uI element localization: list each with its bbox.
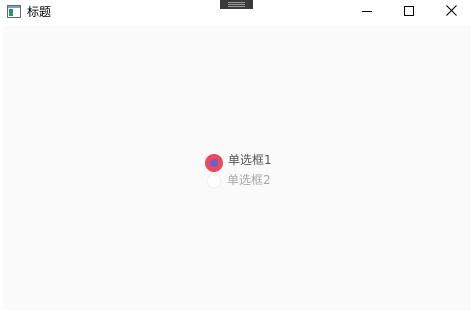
grip-line: [228, 6, 245, 7]
grip-line: [228, 2, 245, 3]
radio-option-2-label: 单选框2: [227, 173, 271, 187]
title-bar[interactable]: 标题: [0, 0, 474, 24]
radio-checked-icon[interactable]: [204, 153, 224, 173]
drag-handle[interactable]: [220, 0, 253, 9]
minimize-button[interactable]: [347, 0, 387, 24]
grip-line: [228, 4, 245, 5]
close-icon: [446, 5, 457, 16]
close-button[interactable]: [431, 0, 471, 24]
maximize-icon: [404, 6, 414, 16]
app-window-icon: [7, 5, 21, 18]
radio-option-1-label: 单选框1: [228, 153, 272, 167]
app-window: 标题 单选框1 单选框2: [0, 0, 474, 312]
content-area: 单选框1 单选框2: [3, 26, 471, 310]
radio-unchecked-icon[interactable]: [206, 173, 222, 189]
maximize-button[interactable]: [388, 0, 428, 24]
window-title: 标题: [27, 5, 52, 19]
minimize-icon: [362, 11, 372, 12]
